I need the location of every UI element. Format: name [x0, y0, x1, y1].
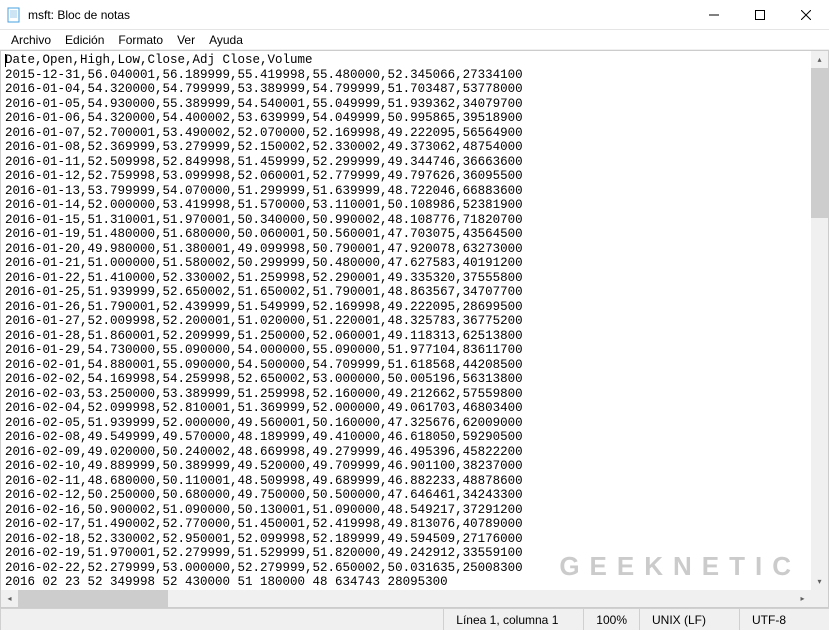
- menu-edit[interactable]: Edición: [58, 30, 111, 49]
- minimize-button[interactable]: [691, 0, 737, 29]
- scroll-corner: [811, 590, 828, 607]
- menu-format[interactable]: Formato: [111, 30, 170, 49]
- scroll-thumb-h[interactable]: [18, 590, 168, 607]
- scroll-track-v[interactable]: [811, 68, 828, 573]
- status-spacer: [0, 609, 443, 630]
- text-editor[interactable]: Date,Open,High,Low,Close,Adj Close,Volum…: [1, 51, 811, 590]
- notepad-icon: [6, 7, 22, 23]
- maximize-button[interactable]: [737, 0, 783, 29]
- editor-frame: Date,Open,High,Low,Close,Adj Close,Volum…: [0, 50, 829, 608]
- vertical-scrollbar[interactable]: ▴ ▾: [811, 51, 828, 590]
- titlebar: msft: Bloc de notas: [0, 0, 829, 30]
- window-controls: [691, 0, 829, 29]
- status-position: Línea 1, columna 1: [443, 609, 583, 630]
- status-line-ending: UNIX (LF): [639, 609, 739, 630]
- status-zoom: 100%: [583, 609, 639, 630]
- scroll-left-button[interactable]: ◂: [1, 590, 18, 607]
- scroll-thumb-v[interactable]: [811, 68, 828, 218]
- horizontal-scrollbar[interactable]: ◂ ▸: [1, 590, 811, 607]
- status-encoding: UTF-8: [739, 609, 829, 630]
- statusbar: Línea 1, columna 1 100% UNIX (LF) UTF-8: [0, 608, 829, 630]
- scroll-track-h[interactable]: [18, 590, 794, 607]
- menu-help[interactable]: Ayuda: [202, 30, 250, 49]
- scroll-up-button[interactable]: ▴: [811, 51, 828, 68]
- menubar: Archivo Edición Formato Ver Ayuda: [0, 30, 829, 50]
- close-button[interactable]: [783, 0, 829, 29]
- scroll-down-button[interactable]: ▾: [811, 573, 828, 590]
- menu-file[interactable]: Archivo: [4, 30, 58, 49]
- window-title: msft: Bloc de notas: [28, 8, 691, 22]
- menu-view[interactable]: Ver: [170, 30, 202, 49]
- scroll-right-button[interactable]: ▸: [794, 590, 811, 607]
